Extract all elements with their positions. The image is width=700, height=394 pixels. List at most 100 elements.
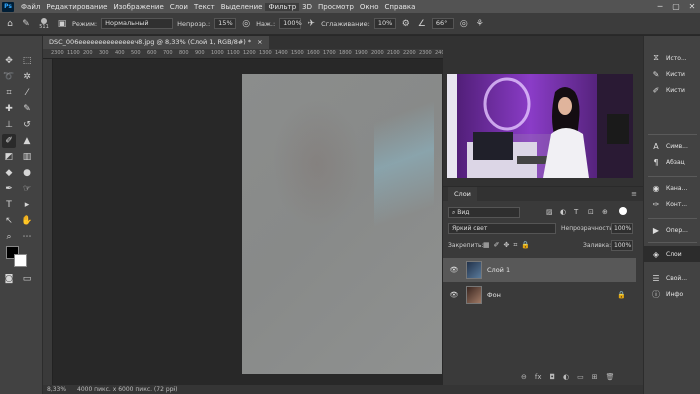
path-selection-icon[interactable]: ↖ — [2, 214, 16, 228]
smudge-tool-icon[interactable]: ☞ — [20, 182, 34, 196]
gear-icon[interactable]: ⚙ — [400, 18, 412, 30]
opacity-field[interactable]: 15% — [214, 18, 237, 29]
info-icon: ⓘ — [652, 289, 660, 299]
more-tools-icon[interactable]: ⋯ — [20, 230, 34, 244]
new-layer-icon[interactable]: ⊞ — [592, 373, 598, 381]
dock-layers[interactable]: ◈ Слои — [644, 246, 700, 262]
brush-preset-picker[interactable]: 511 — [36, 17, 52, 30]
mode-select[interactable]: Нормальный — [101, 18, 174, 29]
brush-tool-icon[interactable]: ✐ — [2, 134, 16, 148]
dodge-tool-icon[interactable]: ● — [20, 166, 34, 180]
dock-properties[interactable]: ☰ Свой... — [644, 270, 700, 286]
history-brush-icon[interactable]: ↺ — [20, 118, 34, 132]
lock-icons[interactable]: ▦✐✥⌗🔒 — [483, 241, 534, 250]
pressure-size-icon[interactable]: ◎ — [458, 18, 470, 30]
eraser-tool-icon[interactable]: ◩ — [2, 150, 16, 164]
visibility-eye-icon[interactable]: 👁 — [448, 266, 460, 274]
tab-layers[interactable]: Слои — [448, 187, 477, 201]
close-button[interactable]: ✕ — [684, 2, 700, 11]
panel-menu-icon[interactable]: ≡ — [631, 190, 637, 198]
zoom-level[interactable]: 8,33% — [47, 385, 66, 394]
quick-mask-icon[interactable]: ◙ — [2, 272, 16, 286]
fill-field[interactable]: 100% — [611, 240, 633, 251]
dock-paths[interactable]: ✑ Конт... — [644, 196, 700, 212]
filter-adjustment-icon[interactable]: ◐ — [560, 208, 566, 216]
symmetry-icon[interactable]: ⚘ — [474, 18, 486, 30]
airbrush-icon[interactable]: ✈ — [305, 18, 317, 30]
layers-panel-header: Слои ≡ — [443, 187, 643, 201]
visibility-eye-icon[interactable]: 👁 — [448, 291, 460, 299]
clone-stamp-icon[interactable]: ⊥ — [2, 118, 16, 132]
menu-help[interactable]: Справка — [382, 3, 419, 11]
menu-3d[interactable]: 3D — [299, 3, 315, 11]
group-icon[interactable]: ▭ — [577, 373, 584, 381]
menu-image[interactable]: Изображение — [110, 3, 166, 11]
eyedropper-tool-icon[interactable]: ⁄ — [20, 86, 34, 100]
fx-icon[interactable]: fx — [535, 373, 542, 381]
pressure-opacity-icon[interactable]: ◎ — [240, 18, 252, 30]
delete-layer-icon[interactable]: 🗑 — [606, 373, 615, 381]
dock-info[interactable]: ⓘ Инфо — [644, 286, 700, 302]
brush-icon[interactable]: ✎ — [20, 102, 34, 116]
status-arrow-icon[interactable]: › — [173, 385, 175, 394]
pressure-field[interactable]: 100% — [279, 18, 302, 29]
menu-layers[interactable]: Слои — [167, 3, 191, 11]
path-select-icon[interactable]: ▸ — [20, 198, 34, 212]
minimize-button[interactable]: ─ — [652, 2, 668, 11]
home-icon[interactable]: ⌂ — [4, 18, 16, 30]
lasso-tool-icon[interactable]: ➰ — [2, 70, 16, 84]
angle-field[interactable]: 66° — [431, 18, 454, 29]
dock-channels[interactable]: ◉ Кана... — [644, 180, 700, 196]
filter-image-icon[interactable]: ▨ — [546, 208, 553, 216]
hand-tool-icon[interactable]: ✋ — [20, 214, 34, 228]
layer-opacity-field[interactable]: 100% — [611, 223, 633, 234]
healing-brush-icon[interactable]: ✚ — [2, 102, 16, 116]
menu-edit[interactable]: Редактирование — [43, 3, 110, 11]
brush-tool-icon[interactable]: ✎ — [20, 18, 32, 30]
brush-settings-icon: ✐ — [652, 85, 660, 95]
link-layers-icon[interactable]: ⊖ — [521, 373, 527, 381]
filter-shape-icon[interactable]: ⊡ — [588, 208, 594, 216]
screen-mode-icon[interactable]: ▭ — [20, 272, 34, 286]
blend-mode-select[interactable]: Яркий свет — [448, 223, 556, 234]
quick-select-icon[interactable]: ✲ — [20, 70, 34, 84]
add-mask-icon[interactable]: ◘ — [549, 373, 555, 381]
menu-filter[interactable]: Фильтр — [265, 2, 300, 11]
filter-type-icon[interactable]: T — [574, 208, 578, 216]
marquee-tool-icon[interactable]: ⬚ — [20, 54, 34, 68]
document-tab[interactable]: DSC_006ееееееееееееееч8.jpg @ 8,33% (Сло… — [43, 36, 269, 49]
type-tool-icon[interactable]: T — [2, 198, 16, 212]
close-tab-icon[interactable]: × — [257, 36, 262, 49]
stamp-tool-icon[interactable]: ▲ — [20, 134, 34, 148]
background-color-swatch[interactable] — [14, 254, 27, 267]
menu-file[interactable]: Файл — [18, 3, 43, 11]
dock-paragraph[interactable]: ¶ Абзац — [644, 154, 700, 170]
layer-name[interactable]: Фон — [487, 291, 501, 299]
layer-name[interactable]: Слой 1 — [487, 266, 510, 274]
layer-row-background[interactable]: 👁 Фон 🔒 — [443, 283, 636, 307]
smoothing-field[interactable]: 10% — [373, 18, 396, 29]
brush-settings-icon[interactable]: ▣ — [56, 18, 68, 30]
pen-tool-icon[interactable]: ✒ — [2, 182, 16, 196]
dock-brushes[interactable]: ✎ Кисти — [644, 66, 700, 82]
dock-actions[interactable]: ▶ Опер... — [644, 222, 700, 238]
move-tool-icon[interactable]: ✥ — [2, 54, 16, 68]
crop-tool-icon[interactable]: ⌗ — [2, 86, 16, 100]
menu-select[interactable]: Выделение — [218, 3, 266, 11]
maximize-button[interactable]: ▢ — [668, 2, 684, 11]
dock-character[interactable]: A Симв... — [644, 138, 700, 154]
filter-smart-icon[interactable]: ⊕ — [602, 208, 608, 216]
adjustment-layer-icon[interactable]: ◐ — [563, 373, 569, 381]
dock-brush-settings[interactable]: ✐ Кисти — [644, 82, 700, 98]
layer-filter-select[interactable]: ⌕ Вид — [448, 207, 520, 218]
zoom-tool-icon[interactable]: ⌕ — [2, 230, 16, 244]
document-canvas[interactable] — [242, 74, 442, 374]
filter-toggle[interactable] — [619, 207, 627, 215]
menu-window[interactable]: Окно — [357, 3, 382, 11]
layer-row-layer1[interactable]: 👁 Слой 1 — [443, 258, 636, 282]
blur-tool-icon[interactable]: ◆ — [2, 166, 16, 180]
menu-type[interactable]: Текст — [191, 3, 218, 11]
dock-history[interactable]: ⧖ Исто... — [644, 50, 700, 66]
menu-view[interactable]: Просмотр — [315, 3, 357, 11]
gradient-tool-icon[interactable]: ▥ — [20, 150, 34, 164]
